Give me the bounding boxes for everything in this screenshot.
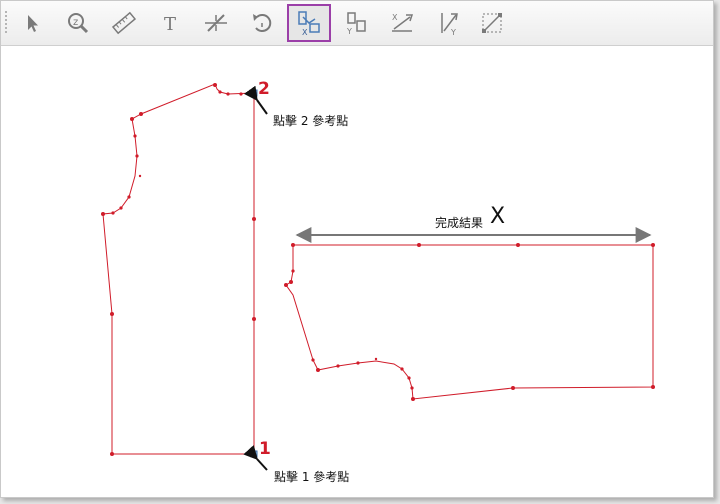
point1-label: 點擊 1 參考點 xyxy=(274,470,350,484)
point2-label: 點擊 2 參考點 xyxy=(273,114,349,128)
rotate-icon xyxy=(253,14,272,33)
diagonal-icon xyxy=(482,13,502,33)
point2-number: 2 xyxy=(258,79,270,99)
point1-number: 1 xyxy=(259,439,271,459)
text-T-icon: T xyxy=(164,14,176,35)
svg-text:T: T xyxy=(164,14,176,35)
result-pattern-piece[interactable] xyxy=(284,243,655,401)
toolbar: z T X Y X Y xyxy=(1,1,713,46)
point2-pointer-arrow xyxy=(243,85,268,115)
flip-y-icon: Y xyxy=(441,13,458,37)
align-x-icon: X xyxy=(298,11,320,37)
result-x-label: X xyxy=(490,204,506,229)
toolbar-grip[interactable] xyxy=(5,11,7,35)
flip-y-tool-button[interactable]: Y xyxy=(429,4,467,42)
align-x-tool-button[interactable]: X xyxy=(287,4,331,42)
zoom-tool-button[interactable]: z xyxy=(59,4,97,42)
result-label: 完成結果 xyxy=(435,216,484,230)
diagonal-tool-button[interactable] xyxy=(473,4,511,42)
ruler-icon xyxy=(111,11,137,35)
point1-pointer-arrow xyxy=(243,444,268,471)
select-tool-button[interactable] xyxy=(13,4,51,42)
svg-text:Y: Y xyxy=(450,28,456,37)
svg-text:z: z xyxy=(73,17,78,28)
text-tool-button[interactable]: T xyxy=(151,4,189,42)
drawing-canvas[interactable]: 2 點擊 2 參考點 1 點擊 1 參考點 完成結果 X xyxy=(1,46,713,497)
svg-text:X: X xyxy=(302,28,308,37)
cut-tool-button[interactable] xyxy=(197,4,235,42)
magnifier-icon: z xyxy=(68,13,89,34)
measure-tool-button[interactable] xyxy=(105,4,143,42)
slash-cut-icon xyxy=(205,14,227,32)
original-pattern-piece[interactable] xyxy=(101,83,258,458)
flip-x-tool-button[interactable]: X xyxy=(383,4,421,42)
svg-text:X: X xyxy=(392,13,398,22)
align-y-tool-button[interactable]: Y xyxy=(337,4,375,42)
rotate-tool-button[interactable] xyxy=(243,4,281,42)
svg-text:Y: Y xyxy=(346,27,352,36)
flip-x-icon: X xyxy=(392,13,414,32)
pattern-drawing xyxy=(101,83,655,471)
app-window: z T X Y X Y 2 點擊 2 參考點 1 點擊 1 參考點 完成結果 X xyxy=(0,0,714,498)
align-y-icon: Y xyxy=(346,12,366,36)
arrow-cursor-icon xyxy=(28,15,38,32)
